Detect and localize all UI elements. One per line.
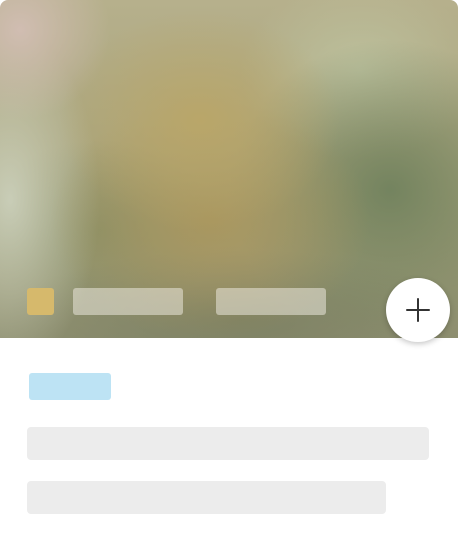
hero-meta-placeholder-1	[73, 288, 183, 315]
color-swatch	[27, 288, 54, 315]
tag-placeholder	[29, 373, 111, 400]
subtitle-placeholder	[27, 481, 386, 514]
plus-icon	[406, 298, 430, 322]
hero-image	[0, 0, 458, 338]
hero-meta-placeholder-2	[216, 288, 326, 315]
card	[0, 0, 458, 554]
add-button[interactable]	[386, 278, 450, 342]
title-placeholder	[27, 427, 429, 460]
